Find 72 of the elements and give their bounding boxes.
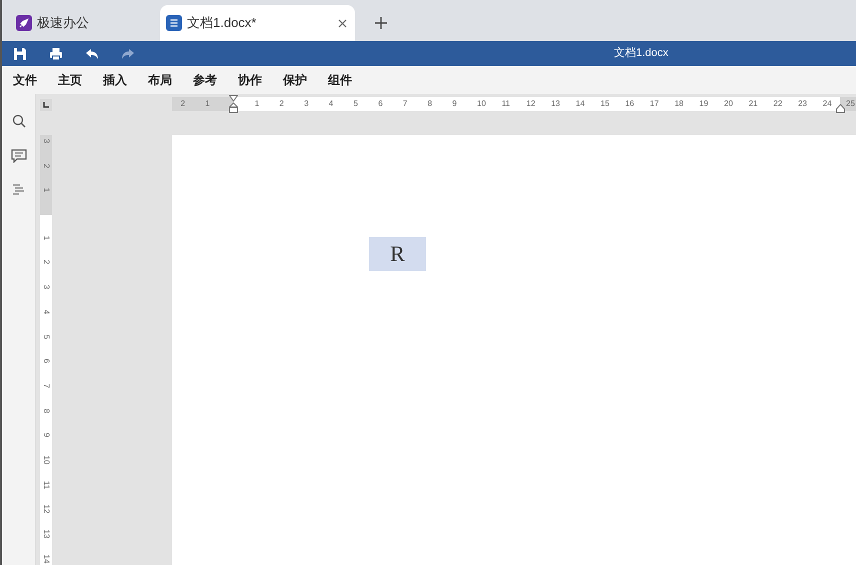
ruler-number: 2 (41, 162, 51, 170)
ruler-number: 8 (41, 407, 51, 415)
ruler-number: 1 (205, 98, 210, 110)
ruler-number: 11 (502, 98, 510, 110)
menu-item[interactable]: 协作 (238, 71, 262, 89)
ruler-number: 10 (41, 455, 51, 465)
ruler-number: 11 (41, 480, 51, 490)
undo-icon[interactable] (85, 48, 99, 60)
ruler-number: 24 (822, 98, 832, 110)
ruler-number: 13 (551, 98, 560, 110)
ruler-number: 1 (41, 234, 51, 242)
menu-item[interactable]: 插入 (103, 71, 127, 89)
ruler-number: 7 (41, 382, 51, 390)
search-icon[interactable] (12, 114, 26, 128)
outline-icon[interactable] (12, 184, 26, 196)
ruler-number: 3 (41, 284, 51, 292)
ruler-number: 9 (452, 98, 457, 110)
ruler-number: 2 (180, 98, 186, 110)
ruler-number: 6 (378, 98, 383, 110)
ruler-number: 10 (477, 98, 486, 110)
document-page[interactable]: R (172, 135, 856, 565)
comment-icon[interactable] (10, 149, 26, 163)
ruler-number: 12 (526, 98, 536, 110)
menu-item[interactable]: 组件 (328, 71, 352, 89)
plus-icon[interactable] (375, 17, 387, 29)
ruler-number: 14 (576, 98, 585, 110)
menu-item[interactable]: 文件 (13, 71, 37, 89)
ruler-number: 21 (748, 98, 758, 110)
ruler-number: 16 (625, 98, 634, 110)
ruler-number: 12 (41, 504, 51, 514)
ruler-number: 1 (41, 187, 51, 195)
ruler-number: 9 (41, 432, 51, 440)
rocket-icon (16, 15, 32, 31)
ruler-number: 22 (773, 98, 782, 110)
tab-stop-selector[interactable] (40, 99, 52, 111)
tab[interactable]: 文档1.docx* (160, 5, 355, 41)
ruler-number: 25 (846, 98, 855, 110)
right-indent-icon[interactable] (836, 104, 845, 113)
ruler-number: 4 (328, 98, 334, 110)
menu-item[interactable]: 主页 (58, 71, 82, 89)
ruler-number: 19 (699, 98, 708, 110)
ruler-number: 7 (402, 98, 408, 110)
redo-icon[interactable] (121, 48, 135, 60)
indent-marker-icon[interactable] (229, 95, 238, 113)
menu-item[interactable]: 参考 (193, 71, 217, 89)
ruler-number: 20 (724, 98, 733, 110)
print-icon[interactable] (49, 46, 63, 60)
ruler-number: 14 (41, 554, 51, 564)
ruler-number: 15 (600, 98, 610, 110)
close-icon[interactable] (338, 18, 347, 28)
document-text[interactable]: R (369, 237, 426, 271)
document-title: 文档1.docx (614, 46, 668, 62)
tab[interactable]: 极速办公 (10, 5, 150, 41)
ruler-number: 5 (354, 98, 358, 110)
ruler-number: 2 (279, 98, 284, 110)
save-icon[interactable] (13, 46, 27, 60)
ruler-number: 3 (304, 98, 309, 110)
menu-item[interactable]: 布局 (148, 71, 172, 89)
menu-item[interactable]: 保护 (283, 71, 307, 89)
ruler-number: 4 (41, 308, 51, 316)
ruler-number: 18 (674, 98, 684, 110)
ruler-number: 8 (428, 98, 432, 110)
ruler-number: 17 (650, 98, 659, 110)
ruler-number: 5 (41, 333, 51, 341)
ruler-number: 2 (41, 259, 51, 267)
ruler-number: 1 (254, 98, 260, 110)
ruler-number: 13 (41, 529, 51, 540)
ruler-number: 3 (41, 138, 51, 146)
ruler-number: 6 (41, 358, 51, 366)
document-icon (166, 15, 182, 31)
ruler-number: 23 (798, 98, 807, 110)
tab-stop-icon (43, 102, 49, 108)
